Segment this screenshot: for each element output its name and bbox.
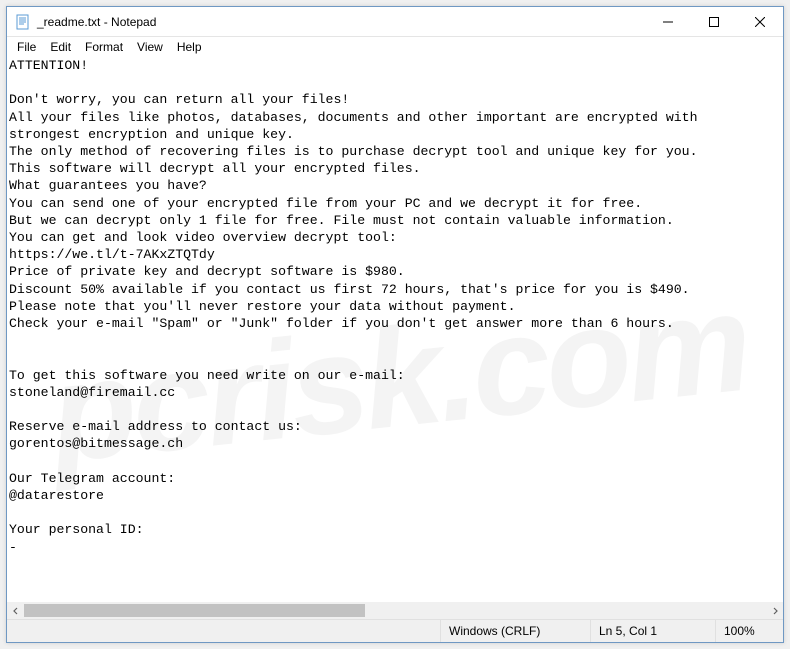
status-zoom: 100% [715,620,783,642]
maximize-button[interactable] [691,7,737,37]
menu-edit[interactable]: Edit [44,39,77,55]
status-encoding: Windows (CRLF) [440,620,590,642]
notepad-window: _readme.txt - Notepad File Edit Format V… [6,6,784,643]
text-area[interactable]: ATTENTION! Don't worry, you can return a… [9,57,783,601]
menubar: File Edit Format View Help [7,37,783,57]
horizontal-scrollbar[interactable] [7,602,783,619]
scroll-thumb[interactable] [24,604,365,617]
scroll-left-arrow-icon[interactable] [7,602,24,619]
menu-help[interactable]: Help [171,39,208,55]
menu-view[interactable]: View [131,39,169,55]
status-position: Ln 5, Col 1 [590,620,715,642]
minimize-button[interactable] [645,7,691,37]
status-spacer [7,620,440,642]
close-button[interactable] [737,7,783,37]
scroll-right-arrow-icon[interactable] [766,602,783,619]
scroll-track[interactable] [24,602,766,619]
menu-file[interactable]: File [11,39,42,55]
titlebar[interactable]: _readme.txt - Notepad [7,7,783,37]
editor-viewport: ATTENTION! Don't worry, you can return a… [7,57,783,619]
window-title: _readme.txt - Notepad [37,15,156,29]
menu-format[interactable]: Format [79,39,129,55]
statusbar: Windows (CRLF) Ln 5, Col 1 100% [7,619,783,642]
title-left: _readme.txt - Notepad [7,14,156,30]
notepad-icon [15,14,31,30]
